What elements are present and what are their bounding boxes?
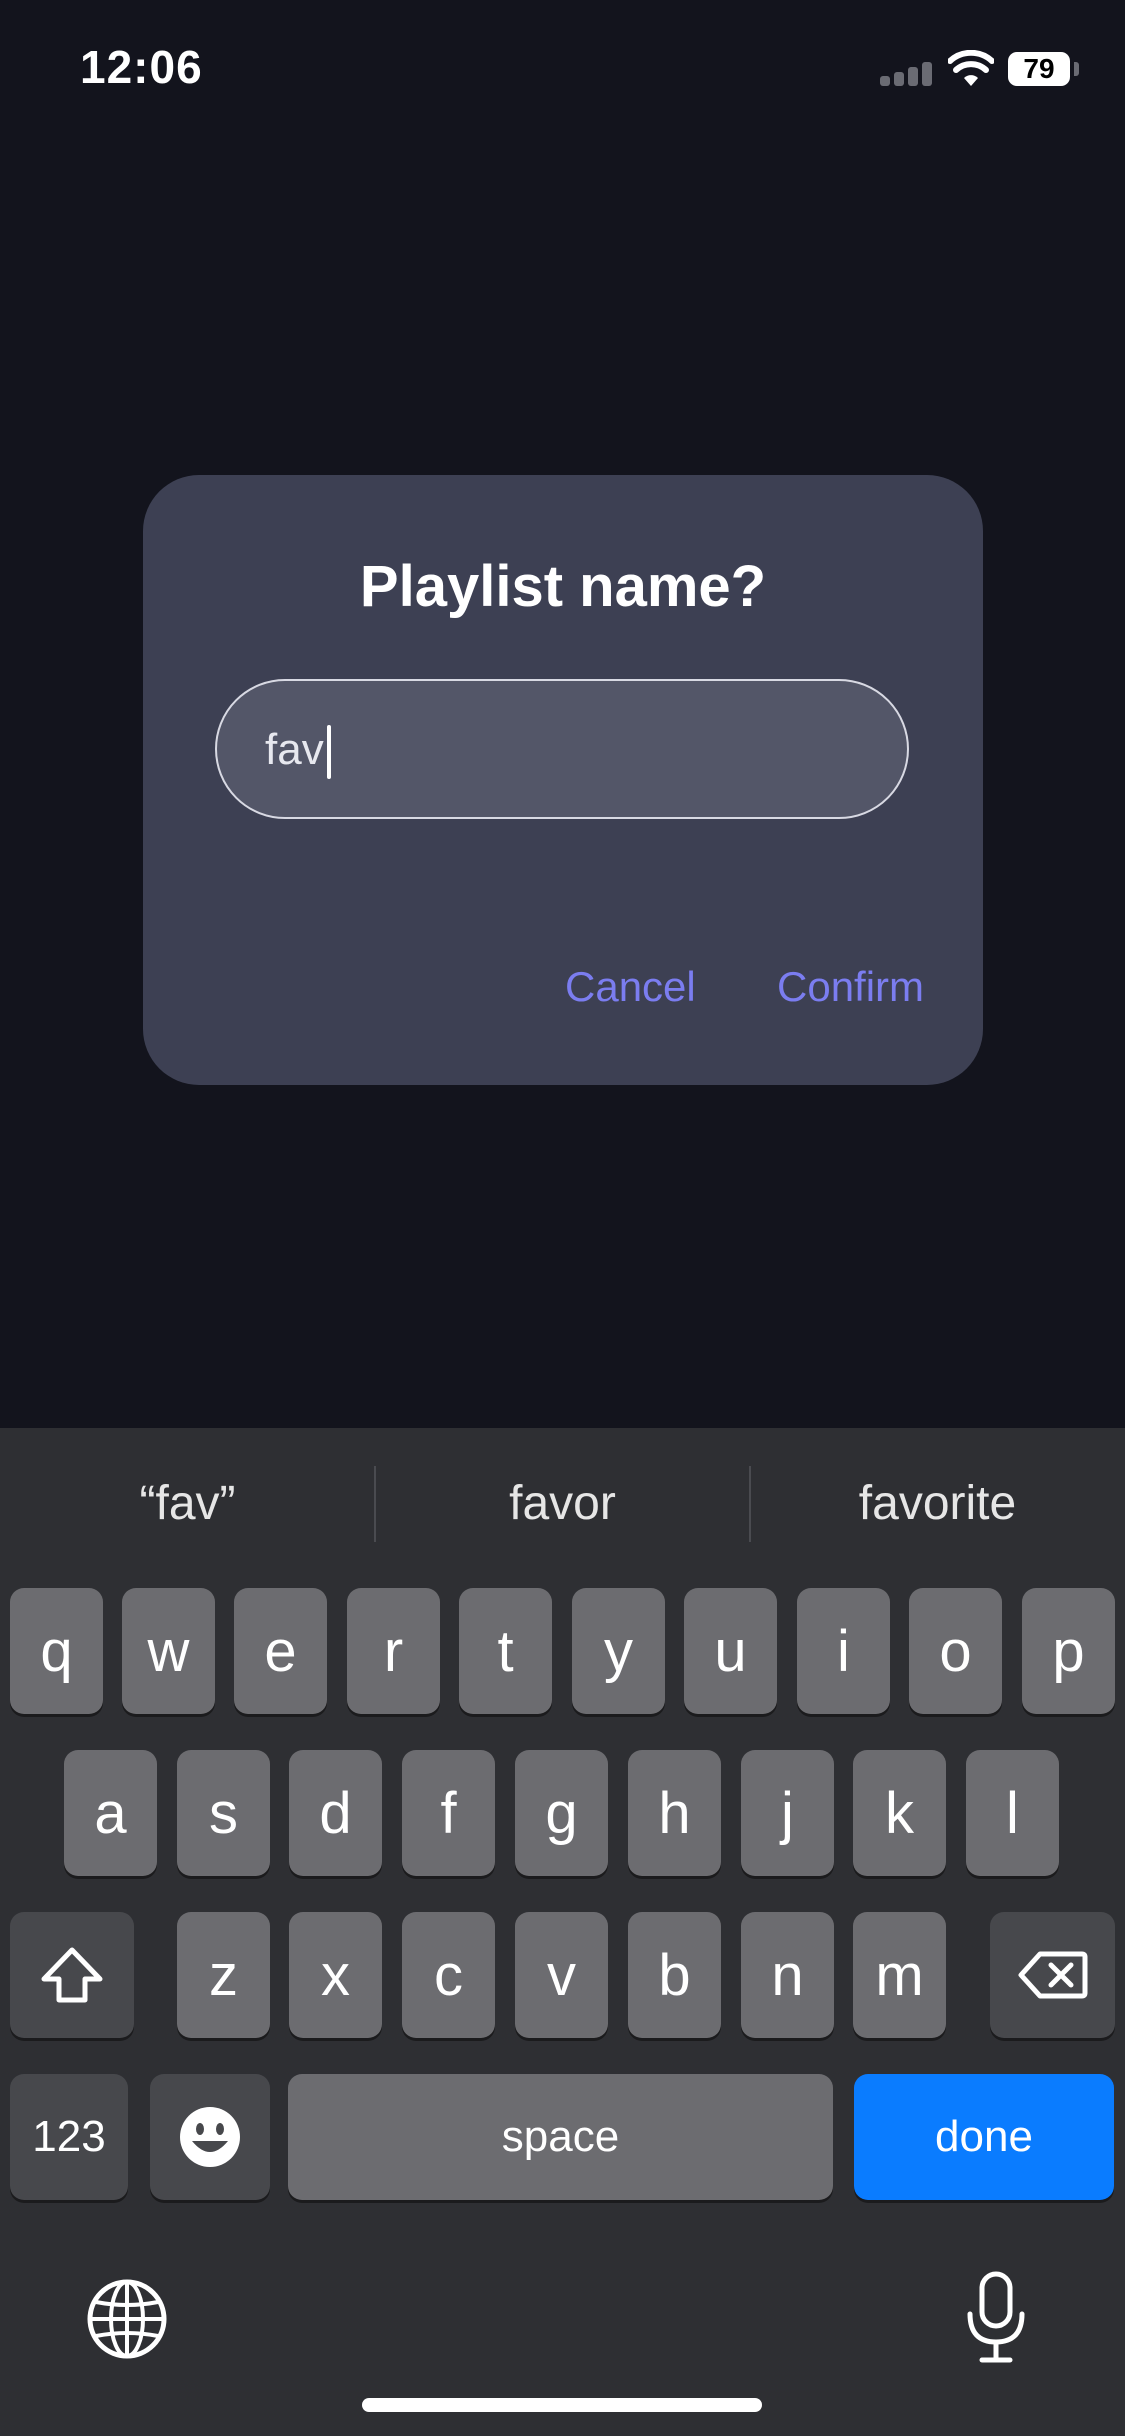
key-g[interactable]: g bbox=[515, 1750, 608, 1876]
key-u[interactable]: u bbox=[684, 1588, 777, 1714]
key-c[interactable]: c bbox=[402, 1912, 495, 2038]
emoji-key[interactable] bbox=[150, 2074, 270, 2200]
cancel-button[interactable]: Cancel bbox=[565, 963, 696, 1011]
key-e[interactable]: e bbox=[234, 1588, 327, 1714]
playlist-name-input-value: fav bbox=[265, 725, 324, 774]
globe-icon[interactable] bbox=[86, 2278, 168, 2360]
key-t[interactable]: t bbox=[459, 1588, 552, 1714]
key-q[interactable]: q bbox=[10, 1588, 103, 1714]
done-key[interactable]: done bbox=[854, 2074, 1114, 2200]
key-z[interactable]: z bbox=[177, 1912, 270, 2038]
suggestion-item[interactable]: favor bbox=[375, 1476, 750, 1531]
key-j[interactable]: j bbox=[741, 1750, 834, 1876]
suggestion-item[interactable]: “fav” bbox=[0, 1476, 375, 1531]
key-m[interactable]: m bbox=[853, 1912, 946, 2038]
numbers-key[interactable]: 123 bbox=[10, 2074, 128, 2200]
confirm-button[interactable]: Confirm bbox=[777, 963, 924, 1011]
text-caret bbox=[327, 725, 331, 779]
battery-indicator: 79 bbox=[1008, 52, 1070, 86]
key-a[interactable]: a bbox=[64, 1750, 157, 1876]
key-b[interactable]: b bbox=[628, 1912, 721, 2038]
key-i[interactable]: i bbox=[797, 1588, 890, 1714]
suggestion-item[interactable]: favorite bbox=[750, 1476, 1125, 1531]
key-r[interactable]: r bbox=[347, 1588, 440, 1714]
keyboard: “fav” favor favorite q w e r t y u i o p… bbox=[0, 1428, 1125, 2436]
key-d[interactable]: d bbox=[289, 1750, 382, 1876]
suggestion-bar: “fav” favor favorite bbox=[0, 1428, 1125, 1578]
status-bar: 12:06 79 bbox=[0, 0, 1125, 140]
playlist-name-dialog: Playlist name? fav Cancel Confirm bbox=[143, 475, 983, 1085]
key-h[interactable]: h bbox=[628, 1750, 721, 1876]
backspace-key[interactable] bbox=[990, 1912, 1115, 2038]
space-key[interactable]: space bbox=[288, 2074, 833, 2200]
key-p[interactable]: p bbox=[1022, 1588, 1115, 1714]
key-y[interactable]: y bbox=[572, 1588, 665, 1714]
key-f[interactable]: f bbox=[402, 1750, 495, 1876]
battery-tip bbox=[1074, 62, 1079, 76]
key-k[interactable]: k bbox=[853, 1750, 946, 1876]
key-v[interactable]: v bbox=[515, 1912, 608, 2038]
key-x[interactable]: x bbox=[289, 1912, 382, 2038]
microphone-icon[interactable] bbox=[964, 2270, 1028, 2366]
dialog-title: Playlist name? bbox=[359, 554, 767, 619]
shift-key[interactable] bbox=[10, 1912, 134, 2038]
key-w[interactable]: w bbox=[122, 1588, 215, 1714]
key-s[interactable]: s bbox=[177, 1750, 270, 1876]
key-o[interactable]: o bbox=[909, 1588, 1002, 1714]
playlist-name-input[interactable]: fav bbox=[215, 679, 909, 819]
shift-icon bbox=[41, 1947, 103, 2003]
home-indicator[interactable] bbox=[362, 2398, 762, 2412]
status-time: 12:06 bbox=[80, 41, 203, 93]
cellular-signal-icon bbox=[880, 62, 932, 86]
wifi-icon bbox=[948, 50, 994, 86]
emoji-icon bbox=[180, 2107, 240, 2167]
backspace-icon bbox=[1018, 1951, 1087, 1999]
key-l[interactable]: l bbox=[966, 1750, 1059, 1876]
key-n[interactable]: n bbox=[741, 1912, 834, 2038]
